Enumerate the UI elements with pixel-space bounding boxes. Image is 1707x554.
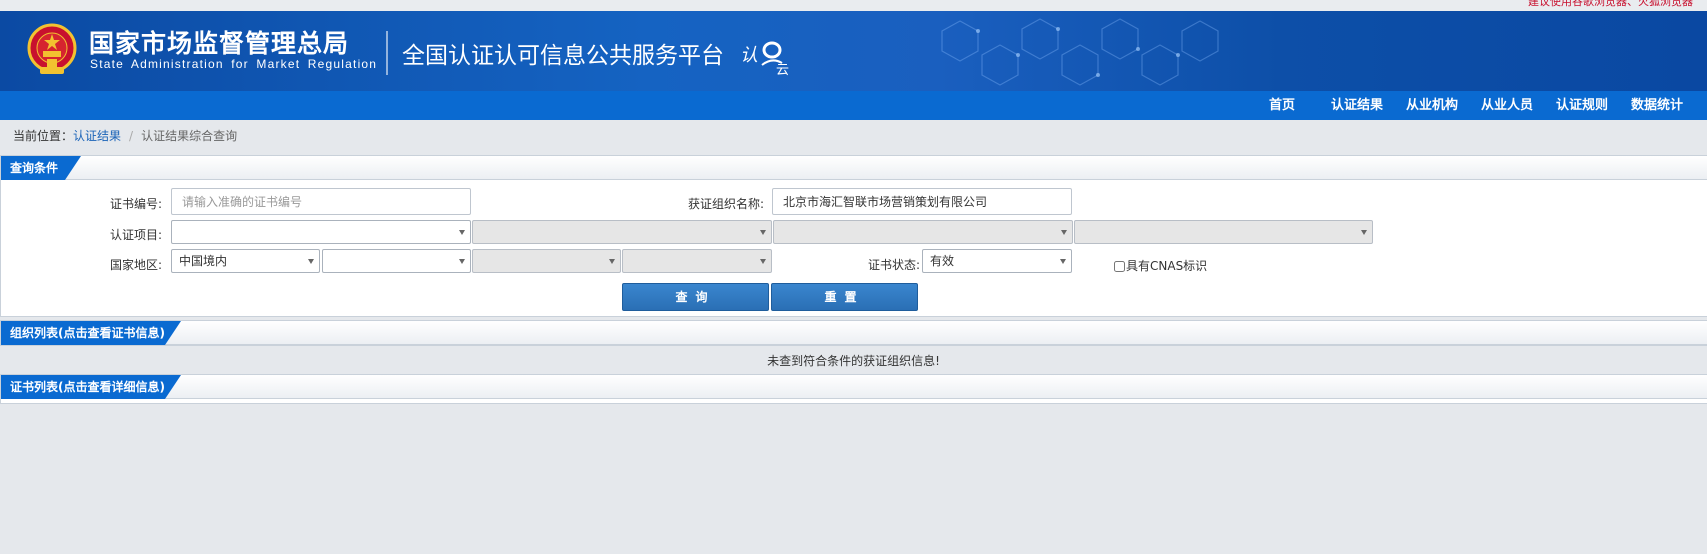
breadcrumb-prefix: 当前位置： [13,129,74,143]
site-title-english: State Administration for Market Regulati… [90,57,378,71]
status-select[interactable]: 有效 [922,249,1072,273]
top-strip: 建议使用谷歌浏览器、火狐浏览器 [0,0,1707,11]
renzhengyun-logo-icon: 认 云 [740,41,789,77]
site-title: 国家市场监督管理总局 [89,29,350,58]
chevron-down-icon [760,259,766,264]
query-panel-header: 查询条件 [1,156,1707,180]
cert-no-input[interactable] [171,188,471,215]
org-name-label: 获证组织名称: [687,197,764,211]
org-list-panel-header: 组织列表(点击查看证书信息) [1,321,1707,345]
project-label: 认证项目: [109,228,162,242]
title-divider [386,31,388,75]
region-select-4[interactable] [622,249,772,273]
breadcrumb-current: 认证结果综合查询 [141,129,238,143]
nav-item-home[interactable]: 首页 [1269,91,1295,120]
chevron-down-icon [1361,230,1367,235]
org-list-panel: 组织列表(点击查看证书信息) [0,320,1707,346]
national-emblem-icon [27,23,77,74]
platform-title: 全国认证认可信息公共服务平台 [402,43,724,69]
cnas-checkbox-label: 具有CNAS标识 [1126,259,1208,273]
main-nav: 首页 认证结果 从业机构 从业人员 认证规则 数据统计 [0,91,1707,120]
project-select-4[interactable] [1074,220,1373,244]
cert-list-panel-header: 证书列表(点击查看详细信息) [1,375,1707,399]
region-select-2[interactable] [322,249,471,273]
nav-item-institutions[interactable]: 从业机构 [1406,91,1458,120]
org-name-input[interactable] [772,188,1072,215]
region-select-1-value: 中国境内 [179,254,228,268]
cnas-checkbox[interactable] [1114,261,1125,272]
status-select-value: 有效 [930,254,955,268]
org-list-panel-title: 组织列表(点击查看证书信息) [1,321,181,345]
logo-char-a: 认 [740,45,758,66]
header-banner: 国家市场监督管理总局 State Administration for Mark… [0,11,1707,91]
nav-item-statistics[interactable]: 数据统计 [1631,91,1683,120]
org-list-empty-message: 未查到符合条件的获证组织信息! [767,354,940,368]
chevron-down-icon [760,230,766,235]
query-panel-title: 查询条件 [1,156,81,180]
nav-item-cert-results[interactable]: 认证结果 [1331,91,1383,120]
nav-item-personnel[interactable]: 从业人员 [1481,91,1533,120]
cert-list-panel-title: 证书列表(点击查看详细信息) [1,375,181,399]
chevron-down-icon [1061,230,1067,235]
region-select-3[interactable] [472,249,621,273]
project-select-3[interactable] [773,220,1073,244]
status-label: 证书状态: [867,258,920,272]
chevron-down-icon [1060,259,1066,264]
chevron-down-icon [459,259,465,264]
region-select-1[interactable]: 中国境内 [171,249,320,273]
cert-list-panel: 证书列表(点击查看详细信息) [0,374,1707,404]
nav-item-cert-rules[interactable]: 认证规则 [1556,91,1608,120]
hexagon-pattern-decoration [941,18,1219,86]
cnas-checkbox-wrap[interactable]: 具有CNAS标识 [1114,257,1207,274]
chevron-down-icon [459,230,465,235]
cert-no-label: 证书编号: [109,197,162,211]
breadcrumb-separator: / [129,129,134,143]
breadcrumb-link-cert-results[interactable]: 认证结果 [73,129,121,143]
breadcrumb: 当前位置：认证结果 / 认证结果综合查询 [13,127,237,144]
project-select-1[interactable] [171,220,471,244]
search-button[interactable]: 查询 [622,283,769,311]
reset-button[interactable]: 重置 [771,283,918,311]
region-label: 国家地区: [109,258,162,272]
browser-tip: 建议使用谷歌浏览器、火狐浏览器 [1528,0,1693,8]
chevron-down-icon [609,259,615,264]
logo-char-b: 云 [776,63,789,77]
chevron-down-icon [308,259,314,264]
project-select-2[interactable] [472,220,772,244]
